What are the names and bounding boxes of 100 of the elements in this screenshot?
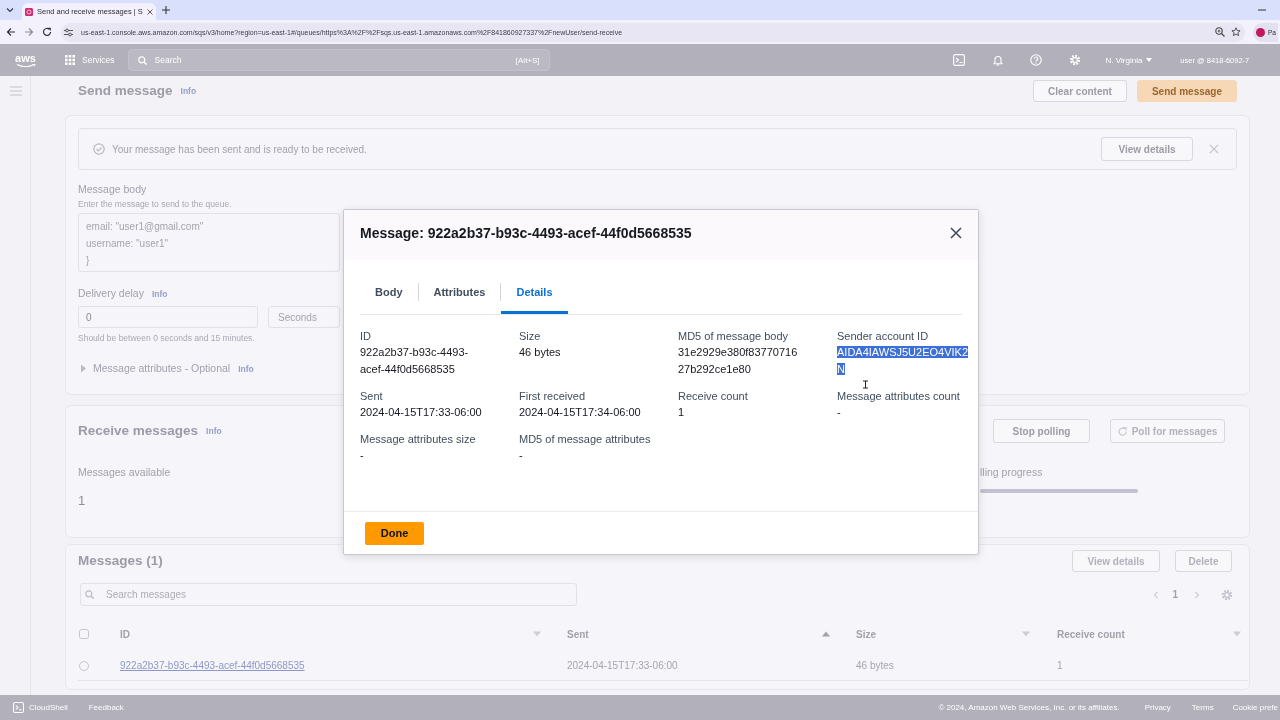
section-title: Receive messages bbox=[78, 423, 199, 439]
view-details-button[interactable]: View details bbox=[1101, 137, 1193, 161]
search-field[interactable]: Search messages bbox=[80, 583, 577, 606]
info-link[interactable]: Info bbox=[180, 86, 197, 96]
tab[interactable]: Body bbox=[360, 270, 418, 314]
avatar-icon bbox=[1256, 27, 1265, 37]
field-value: 46 bytes bbox=[519, 345, 561, 360]
close-icon[interactable] bbox=[950, 227, 962, 239]
sort-icon[interactable] bbox=[822, 630, 830, 638]
clear-content-button[interactable]: Clear content bbox=[1033, 80, 1127, 102]
field-value: 2024-04-15T17:33-06:00 bbox=[360, 405, 482, 420]
sort-icon[interactable] bbox=[533, 630, 541, 638]
row-radio[interactable] bbox=[79, 660, 89, 671]
menu-icon[interactable] bbox=[10, 86, 22, 96]
column-header[interactable]: Receive count bbox=[1057, 628, 1125, 640]
unit-select[interactable]: Seconds bbox=[268, 306, 340, 328]
field-value: 31e2929e380f8377071627b292ce1e80 bbox=[678, 345, 798, 377]
delay-input[interactable]: 0 bbox=[78, 306, 258, 328]
section-title: Messages (1) bbox=[78, 553, 163, 569]
settings-icon[interactable] bbox=[1221, 588, 1233, 601]
search-icon bbox=[85, 590, 94, 599]
field-label: Size bbox=[519, 329, 541, 343]
text-cursor-icon bbox=[862, 380, 869, 389]
forward-arrow-icon[interactable] bbox=[24, 27, 34, 37]
search-icon bbox=[137, 55, 147, 65]
help-icon[interactable] bbox=[1029, 54, 1042, 66]
feedback-link[interactable]: Feedback bbox=[88, 703, 124, 712]
expand-toggle[interactable]: Message attributes - Optional bbox=[93, 362, 231, 375]
field-value: - bbox=[519, 448, 523, 463]
field-label: First received bbox=[519, 389, 586, 403]
stop-polling-button[interactable]: Stop polling bbox=[993, 419, 1090, 443]
view-details-button[interactable]: View details bbox=[1072, 550, 1160, 572]
chevron-down-icon[interactable] bbox=[6, 6, 14, 14]
field-label: Messages available bbox=[78, 466, 171, 479]
magnifier-icon[interactable] bbox=[1215, 27, 1225, 37]
plus-icon[interactable] bbox=[162, 6, 170, 14]
table-cell-text: 2024-04-15T17:33-06:00 bbox=[566, 660, 679, 671]
services-button[interactable]: Services bbox=[65, 55, 115, 65]
table-cell-text: 1 bbox=[1056, 660, 1064, 671]
field-value: AIDA4IAWSJ5U2EO4VIK2N bbox=[837, 345, 970, 377]
info-link[interactable]: Info bbox=[151, 288, 168, 299]
copyright-text: © 2024, Amazon Web Services, Inc. or its affiliates. bbox=[938, 703, 1120, 712]
column-header[interactable]: Sent bbox=[567, 628, 589, 640]
caret-icon[interactable] bbox=[80, 364, 87, 373]
field-hint: Should be between 0 seconds and 15 minutes. bbox=[78, 333, 255, 344]
keyboard-shortcut: [Alt+S] bbox=[515, 56, 540, 65]
info-link[interactable]: Info bbox=[206, 426, 222, 436]
modal-title: Message: 922a2b37-b93c-4493-acef-44f0d5668535 bbox=[360, 225, 692, 241]
terminal-icon[interactable] bbox=[952, 54, 965, 66]
tab[interactable]: Details bbox=[501, 270, 568, 314]
field-label: Receive count bbox=[678, 389, 748, 403]
field-value: - bbox=[360, 448, 364, 463]
field-value: 2024-04-15T17:34-06:00 bbox=[519, 405, 641, 420]
table-cell-text: 46 bytes bbox=[855, 660, 895, 671]
back-arrow-icon[interactable] bbox=[6, 27, 16, 37]
footer-link[interactable]: Cookie prefe bbox=[1232, 703, 1278, 712]
close-icon[interactable] bbox=[146, 8, 153, 15]
select-all-checkbox[interactable] bbox=[79, 629, 89, 639]
logo[interactable]: aws bbox=[12, 52, 39, 68]
sort-icon[interactable] bbox=[1233, 630, 1241, 638]
cloudshell-button[interactable]: CloudShell bbox=[13, 702, 68, 713]
bell-icon[interactable] bbox=[991, 54, 1004, 66]
field-description: Enter the message to send to the queue. bbox=[78, 199, 232, 210]
reload-icon[interactable] bbox=[42, 27, 52, 37]
refresh-icon bbox=[1117, 426, 1127, 436]
delete-button[interactable]: Delete bbox=[1175, 550, 1232, 572]
alert-message: Your message has been sent and is ready to be received. bbox=[112, 143, 367, 155]
tune-icon[interactable] bbox=[64, 27, 73, 37]
message-id-link[interactable]: 922a2b37-b93c-4493-acef-44f0d5668535 bbox=[120, 660, 305, 671]
footer-link[interactable]: Terms bbox=[1191, 703, 1214, 712]
star-icon[interactable] bbox=[1231, 27, 1241, 37]
chevron-left-icon[interactable] bbox=[1152, 590, 1161, 599]
column-header[interactable]: ID bbox=[120, 628, 130, 640]
info-link[interactable]: Info bbox=[238, 363, 254, 374]
page-button[interactable]: 1 bbox=[1172, 589, 1178, 600]
field-label: Sender account ID bbox=[837, 329, 929, 343]
field-value: 1 bbox=[78, 493, 86, 509]
field-value: - bbox=[837, 405, 841, 420]
footer-link[interactable]: Privacy bbox=[1144, 703, 1171, 712]
favicon-icon bbox=[25, 7, 33, 16]
field-label: ID bbox=[360, 329, 371, 343]
chevron-right-icon[interactable] bbox=[1193, 590, 1201, 599]
field-value: 1 bbox=[678, 405, 685, 420]
field-label: MD5 of message body bbox=[678, 329, 789, 343]
field-value: 922a2b37-b93c-4493-acef-44f0d5668535 bbox=[360, 345, 470, 377]
field-label: Message attributes count bbox=[837, 389, 960, 403]
send-message-button[interactable]: Send message bbox=[1136, 80, 1237, 102]
tab[interactable]: Attributes bbox=[418, 270, 501, 314]
section-title: Send message bbox=[78, 83, 173, 99]
region-menu[interactable]: N. Virginia bbox=[1105, 55, 1153, 65]
terminal-icon bbox=[13, 702, 24, 713]
field-label: Message attributes size bbox=[360, 432, 476, 446]
grid-icon bbox=[65, 55, 75, 65]
caret-down-icon bbox=[1146, 58, 1153, 62]
field-label: lling progress bbox=[980, 466, 1043, 479]
message-body-field[interactable]: email: "user1@gmail.com" username: "user1" } bbox=[78, 213, 340, 272]
field-label: Delivery delay bbox=[78, 287, 144, 300]
done-button[interactable]: Done bbox=[365, 521, 424, 545]
sort-icon[interactable] bbox=[1022, 630, 1030, 638]
column-header[interactable]: Size bbox=[856, 628, 876, 640]
